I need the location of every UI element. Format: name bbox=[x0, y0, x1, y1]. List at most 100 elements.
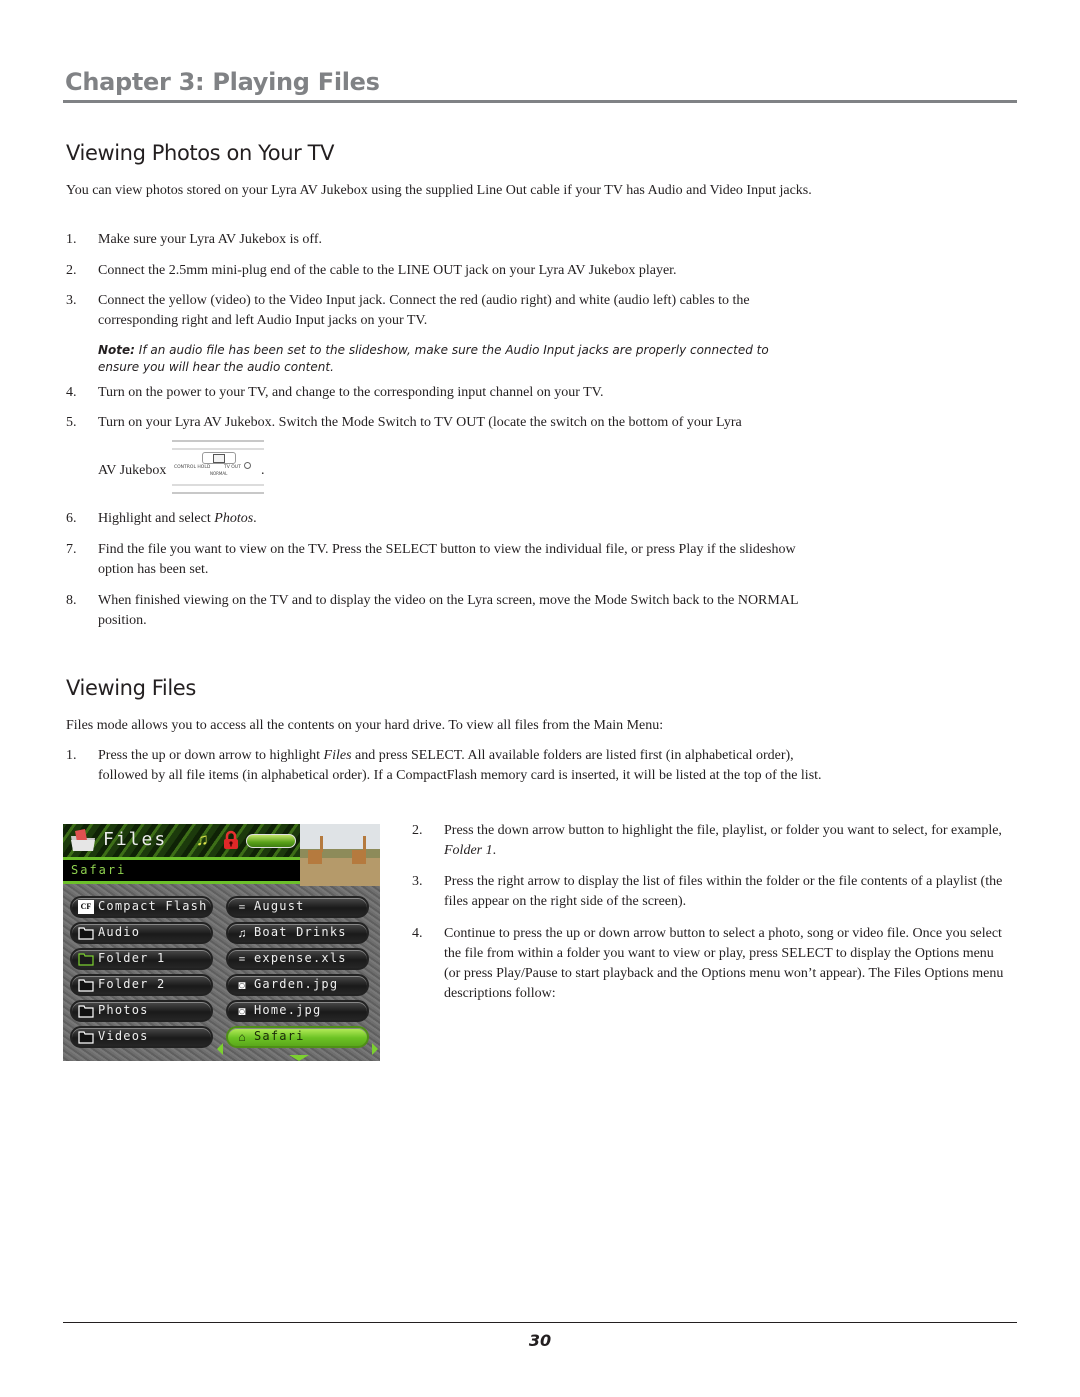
device-list-item[interactable]: CF Compact Flash bbox=[70, 896, 213, 918]
photos-step-5-end: . bbox=[261, 461, 281, 481]
page-number: 30 bbox=[528, 1331, 552, 1350]
switch-slot bbox=[202, 452, 236, 464]
step-text-post: . bbox=[253, 511, 257, 526]
switch-edge-bottom-inner bbox=[172, 484, 264, 486]
files-step-3: 3. Press the right arrow to display the … bbox=[412, 872, 1012, 912]
step-text: Make sure your Lyra AV Jukebox is off. bbox=[98, 232, 322, 247]
device-list-item[interactable]: ≡ August bbox=[226, 896, 369, 918]
step-number: 1. bbox=[66, 748, 77, 763]
files-step-2: 2. Press the down arrow button to highli… bbox=[412, 821, 1012, 861]
step-number: 3. bbox=[412, 874, 423, 889]
switch-edge-bottom bbox=[172, 492, 264, 494]
device-list-item-label: Boat Drinks bbox=[254, 925, 347, 939]
step-text: Press the up or down arrow to highlight … bbox=[98, 746, 826, 786]
folder-icon bbox=[78, 926, 94, 940]
switch-label-left: CONTROL HOLD bbox=[174, 465, 211, 470]
device-list-item[interactable]: Videos bbox=[70, 1026, 213, 1048]
device-list-item[interactable]: Folder 1 bbox=[70, 948, 213, 970]
giraffe-shape bbox=[308, 850, 322, 864]
note-text: If an audio file has been set to the sli… bbox=[98, 343, 769, 374]
photos-step-7: 7. Find the file you want to view on the… bbox=[66, 540, 826, 580]
step-text: Press the down arrow button to highlight… bbox=[444, 821, 1012, 861]
device-list-item[interactable]: ◙ Home.jpg bbox=[226, 1000, 369, 1022]
device-list-item[interactable]: Folder 2 bbox=[70, 974, 213, 996]
step-text-pre: Press the up or down arrow to highlight bbox=[98, 748, 324, 763]
files-step-1: 1. Press the up or down arrow to highlig… bbox=[66, 746, 826, 786]
device-list-item-label: expense.xls bbox=[254, 951, 347, 965]
device-header-title: Files bbox=[103, 829, 168, 850]
step-number: 1. bbox=[66, 232, 77, 247]
device-list-item[interactable]: Photos bbox=[70, 1000, 213, 1022]
screw-icon bbox=[244, 462, 251, 469]
lock-icon bbox=[224, 830, 238, 849]
device-list-item-label: Garden.jpg bbox=[254, 977, 339, 991]
step-number: 8. bbox=[66, 593, 77, 608]
step-text-post: . bbox=[492, 843, 497, 858]
device-list-item[interactable]: ⌂ Safari bbox=[226, 1026, 369, 1048]
step-text: When finished viewing on the TV and to d… bbox=[98, 593, 798, 628]
folder-icon bbox=[71, 829, 95, 851]
right-arrow-icon bbox=[372, 1043, 378, 1055]
photos-step-3: 3. Connect the yellow (video) to the Vid… bbox=[66, 291, 826, 331]
device-list-item[interactable]: ◙ Garden.jpg bbox=[226, 974, 369, 996]
left-arrow-icon bbox=[217, 1043, 223, 1055]
footer-rule bbox=[63, 1322, 1017, 1323]
device-list-item[interactable]: ≡ expense.xls bbox=[226, 948, 369, 970]
giraffe-shape bbox=[352, 850, 366, 864]
files-intro: Files mode allows you to access all the … bbox=[66, 718, 664, 733]
photos-step-6: 6. Highlight and select Photos. bbox=[66, 509, 826, 529]
section-title-files: Viewing Files bbox=[66, 676, 196, 700]
step-number: 4. bbox=[412, 926, 423, 941]
step-number: 4. bbox=[66, 385, 77, 400]
music-note-icon: ♫ bbox=[237, 926, 247, 940]
compactflash-icon: CF bbox=[78, 900, 94, 914]
music-notes-icon: ♫ bbox=[196, 830, 209, 849]
section-title-photos: Viewing Photos on Your TV bbox=[66, 141, 335, 165]
photos-step-1: 1. Make sure your Lyra AV Jukebox is off… bbox=[66, 230, 826, 250]
chapter-title: Chapter 3: Playing Files bbox=[65, 68, 380, 96]
photos-intro: You can view photos stored on your Lyra … bbox=[66, 183, 812, 198]
folder-open-icon bbox=[78, 952, 94, 966]
step-number: 5. bbox=[66, 415, 77, 430]
step-text: Find the file you want to view on the TV… bbox=[98, 542, 796, 577]
switch-label-bottom: NORMAL bbox=[210, 471, 228, 476]
step-text: Continue to press the up or down arrow b… bbox=[444, 926, 1004, 1001]
device-list-item-label: Safari bbox=[254, 1029, 305, 1043]
switch-label-right: TV OUT bbox=[224, 465, 241, 470]
step-text: Turn on the power to your TV, and change… bbox=[98, 385, 604, 400]
switch-knob bbox=[213, 454, 225, 463]
step-number: 2. bbox=[412, 823, 423, 838]
device-current-folder: Safari bbox=[71, 863, 127, 877]
photos-step-4: 4. Turn on the power to your TV, and cha… bbox=[66, 383, 826, 403]
photos-step-5: 5. Turn on your Lyra AV Jukebox. Switch … bbox=[66, 413, 826, 433]
device-list-item-label: Folder 1 bbox=[98, 951, 166, 965]
step-text: Connect the 2.5mm mini-plug end of the c… bbox=[98, 263, 677, 278]
camera-icon: ◙ bbox=[238, 1004, 246, 1018]
document-icon: ≡ bbox=[238, 952, 246, 966]
step-text: Highlight and select Photos. bbox=[98, 509, 826, 529]
step-text-pre: Press the down arrow button to highlight… bbox=[444, 823, 1002, 838]
device-list-item-label: August bbox=[254, 899, 305, 913]
video-camera-icon: ⌂ bbox=[238, 1030, 246, 1044]
giraffe-neck bbox=[320, 836, 323, 852]
switch-edge-top-inner bbox=[172, 448, 264, 450]
battery-icon bbox=[246, 834, 296, 848]
device-list-item-label: Home.jpg bbox=[254, 1003, 322, 1017]
device-screen-files: Files ♫ Safari CF Compact Flash Audio Folde… bbox=[63, 824, 380, 1061]
step-text-pre: Highlight and select bbox=[98, 511, 215, 526]
device-list-item-label: Photos bbox=[98, 1003, 149, 1017]
device-header: Files ♫ bbox=[63, 824, 300, 857]
device-list-item-label: Videos bbox=[98, 1029, 149, 1043]
note-label: Note: bbox=[98, 343, 135, 357]
mode-switch-illustration: CONTROL HOLD TV OUT NORMAL bbox=[172, 440, 264, 494]
folder-icon bbox=[78, 1030, 94, 1044]
down-arrow-icon bbox=[289, 1055, 309, 1061]
folder-icon bbox=[78, 978, 94, 992]
step-text-emphasis: Files bbox=[323, 748, 352, 763]
step-text: Turn on your Lyra AV Jukebox. Switch the… bbox=[98, 415, 742, 430]
document-icon: ≡ bbox=[238, 900, 246, 914]
step-text: Connect the yellow (video) to the Video … bbox=[98, 293, 750, 328]
device-list-item[interactable]: ♫ Boat Drinks bbox=[226, 922, 369, 944]
device-list-item[interactable]: Audio bbox=[70, 922, 213, 944]
step-text: Press the right arrow to display the lis… bbox=[444, 874, 1003, 909]
